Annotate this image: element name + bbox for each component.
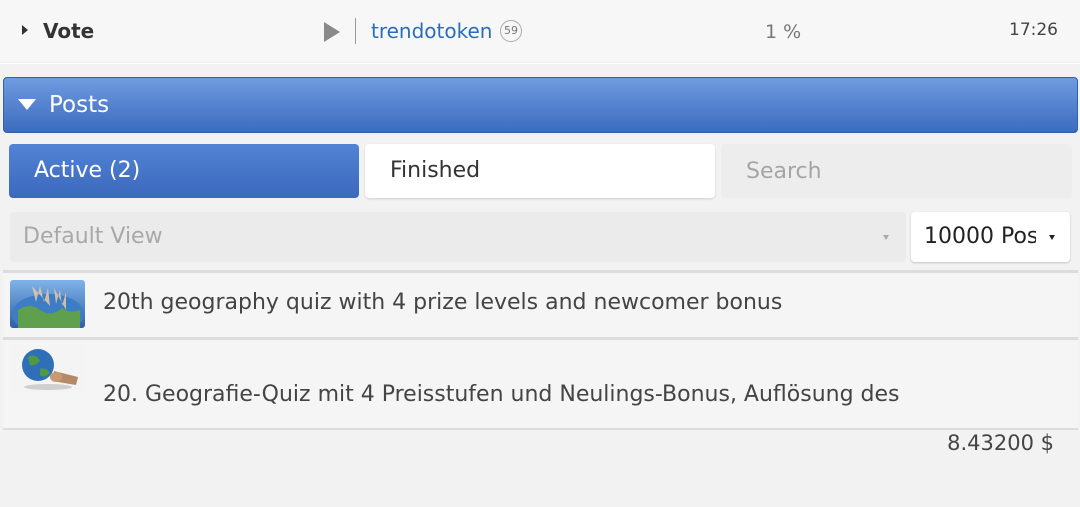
post-title[interactable]: 20th geography quiz with 4 prize levels … — [103, 290, 782, 315]
post-payout: 8.43200 $ — [947, 431, 1054, 455]
dropdown-arrow-icon — [1049, 235, 1055, 240]
vote-time: 17:26 — [1009, 20, 1058, 40]
expand-caret-icon[interactable] — [22, 25, 28, 35]
post-thumbnail[interactable] — [10, 345, 85, 393]
play-icon[interactable] — [324, 22, 340, 42]
divider — [355, 18, 356, 44]
posts-title: Posts — [49, 92, 110, 118]
view-select-value: Default View — [23, 224, 163, 249]
vote-row: Vote trendotoken 59 1 % 17:26 — [0, 0, 1080, 63]
dropdown-arrow-icon — [883, 235, 889, 240]
vote-label[interactable]: Vote — [43, 19, 94, 43]
collapse-triangle-icon[interactable] — [18, 99, 36, 110]
posts-header[interactable]: Posts — [3, 77, 1078, 133]
vote-percent: 1 % — [765, 21, 802, 43]
view-select[interactable]: Default View — [10, 212, 906, 262]
post-list-item[interactable]: 20. Geografie-Quiz mit 4 Preisstufen und… — [3, 337, 1078, 430]
tab-active[interactable]: Active (2) — [9, 144, 359, 198]
reputation-badge: 59 — [500, 20, 522, 42]
post-thumbnail[interactable] — [10, 280, 85, 328]
tab-finished[interactable]: Finished — [365, 144, 715, 198]
tab-active-label: Active (2) — [34, 158, 141, 183]
search-input[interactable] — [721, 144, 1072, 198]
post-title[interactable]: 20. Geografie-Quiz mit 4 Preisstufen und… — [103, 382, 900, 407]
tab-finished-label: Finished — [390, 158, 481, 183]
post-count-select[interactable]: 10000 Posts — [911, 212, 1070, 262]
posts-panel: Posts Active (2) Finished Default View 1… — [0, 64, 1080, 507]
post-list-item[interactable]: 20th geography quiz with 4 prize levels … — [3, 270, 1078, 337]
post-count-value: 10000 Posts — [924, 224, 1036, 249]
author-link[interactable]: trendotoken — [371, 19, 492, 43]
